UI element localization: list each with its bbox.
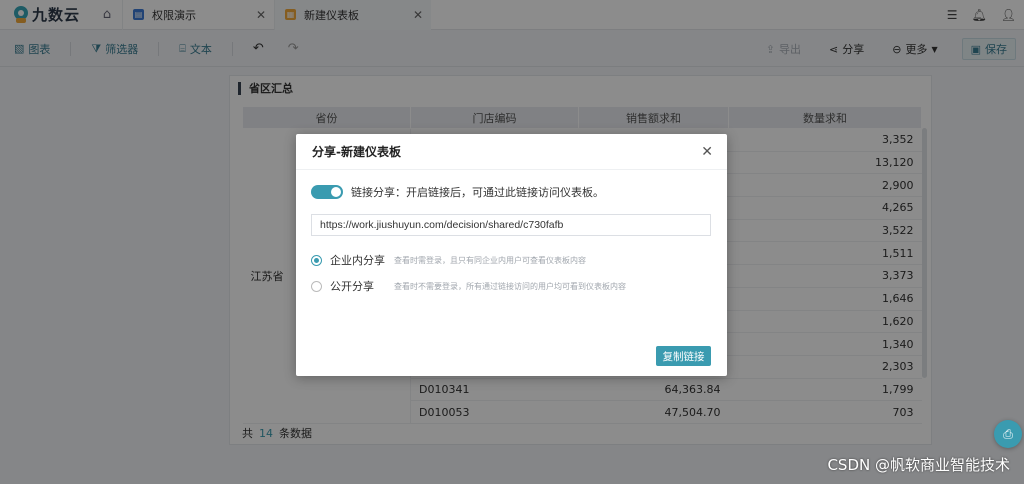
- link-share-label: 链接分享：开启链接后，可通过此链接访问仪表板。: [351, 186, 604, 199]
- option-description: 查看时不需要登录，所有通过链接访问的用户均可看到仪表板内容: [394, 281, 626, 291]
- toggle-knob: [331, 187, 341, 197]
- link-share-row: 链接分享：开启链接后，可通过此链接访问仪表板。: [311, 184, 604, 200]
- dialog-title: 分享-新建仪表板: [296, 134, 727, 170]
- option-label: 企业内分享: [330, 254, 385, 267]
- close-icon[interactable]: ✕: [701, 144, 713, 160]
- share-dialog: 分享-新建仪表板 ✕ 链接分享：开启链接后，可通过此链接访问仪表板。 https…: [296, 134, 727, 376]
- option-public-share[interactable]: 公开分享 查看时不需要登录，所有通过链接访问的用户均可看到仪表板内容: [311, 278, 626, 294]
- watermark: CSDN @帆软商业智能技术: [827, 456, 1010, 474]
- option-description: 查看时需登录，且只有同企业内用户可查看仪表板内容: [394, 255, 586, 265]
- share-url-field[interactable]: https://work.jiushuyun.com/decision/shar…: [311, 214, 711, 236]
- option-label: 公开分享: [330, 280, 374, 293]
- radio-selected[interactable]: [311, 254, 322, 266]
- radio-unselected[interactable]: [311, 280, 322, 292]
- link-share-toggle[interactable]: [311, 185, 343, 199]
- print-icon[interactable]: ⎙: [994, 420, 1022, 448]
- option-internal-share[interactable]: 企业内分享 查看时需登录，且只有同企业内用户可查看仪表板内容: [311, 252, 586, 268]
- copy-link-button[interactable]: 复制链接: [656, 346, 711, 366]
